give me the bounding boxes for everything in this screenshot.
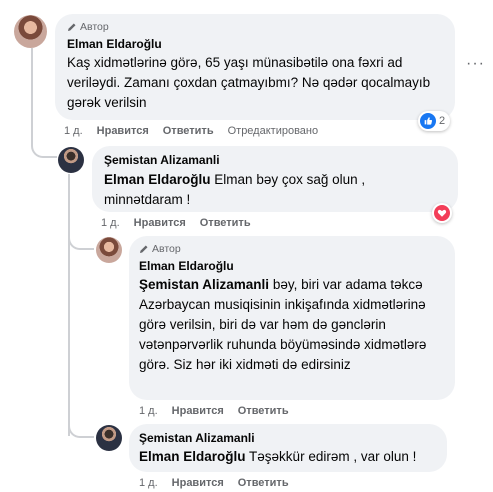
- comment-bubble: Автор Elman Eldaroğlu Kaş xidmətlərinə g…: [55, 14, 455, 120]
- comment-author-name[interactable]: Şemistan Alizamanli: [104, 152, 446, 168]
- reply-button[interactable]: Ответить: [238, 405, 289, 417]
- more-horizontal-icon[interactable]: ···: [466, 56, 485, 72]
- mention-link[interactable]: Şemistan Alizamanli: [139, 277, 269, 292]
- heart-icon: [434, 205, 450, 221]
- comment-bubble: Şemistan Alizamanli Elman Eldaroğlu Təşə…: [129, 424, 447, 472]
- pencil-icon: [140, 245, 148, 253]
- thread-curve-reply-2: [68, 225, 94, 250]
- reply-button[interactable]: Ответить: [238, 477, 289, 489]
- comment-text: Elman Eldaroğlu Təşəkkür edirəm , var ol…: [139, 447, 437, 467]
- like-button[interactable]: Нравится: [172, 405, 224, 417]
- comment-time[interactable]: 1 д.: [139, 477, 158, 489]
- comment-actions: 1 д. Нравится Ответить: [139, 404, 289, 418]
- avatar[interactable]: [14, 15, 47, 48]
- comment-author-name[interactable]: Elman Eldaroğlu: [139, 258, 445, 274]
- comment-actions: 1 д. Нравится Ответить: [101, 216, 251, 230]
- comment-bubble: Şemistan Alizamanli Elman Eldaroğlu Elma…: [92, 146, 458, 212]
- comment-time[interactable]: 1 д.: [64, 125, 83, 137]
- mention-link[interactable]: Elman Eldaroğlu: [139, 449, 246, 464]
- comment-bubble: Автор Elman Eldaroğlu Şemistan Alizamanl…: [129, 236, 455, 400]
- thread-curve-reply-3: [68, 414, 94, 438]
- mention-link[interactable]: Elman Eldaroğlu: [104, 172, 211, 187]
- comment-author-name[interactable]: Elman Eldaroğlu: [67, 36, 443, 52]
- comment-actions: 1 д. Нравится Ответить Отредактировано: [64, 124, 318, 138]
- comment-text: Elman Eldaroğlu Elman bəy çox sağ olun ,…: [104, 170, 446, 210]
- like-button[interactable]: Нравится: [134, 217, 186, 229]
- reaction-badge[interactable]: [432, 203, 452, 223]
- like-button[interactable]: Нравится: [172, 477, 224, 489]
- thread-curve-reply-1: [31, 118, 57, 158]
- reply-button[interactable]: Ответить: [200, 217, 251, 229]
- author-badge-label: Автор: [80, 21, 109, 33]
- comment-author-name[interactable]: Şemistan Alizamanli: [139, 430, 437, 446]
- comment-actions: 1 д. Нравится Ответить: [139, 476, 289, 490]
- comment-time[interactable]: 1 д.: [101, 217, 120, 229]
- pencil-icon: [68, 23, 76, 31]
- author-badge-label: Автор: [152, 243, 181, 255]
- avatar[interactable]: [58, 147, 84, 173]
- like-button[interactable]: Нравится: [97, 125, 149, 137]
- reply-button[interactable]: Ответить: [163, 125, 214, 137]
- reaction-count: 2: [439, 115, 446, 127]
- avatar[interactable]: [96, 425, 122, 451]
- comment-time[interactable]: 1 д.: [139, 405, 158, 417]
- thread-line-reply-1: [68, 174, 70, 436]
- comment-text-body: Təşəkkür edirəm , var olun !: [249, 449, 417, 464]
- avatar[interactable]: [96, 237, 122, 263]
- reaction-badge[interactable]: 2: [418, 111, 451, 131]
- author-badge: Автор: [139, 242, 445, 256]
- author-badge: Автор: [67, 20, 443, 34]
- edited-label[interactable]: Отредактировано: [228, 125, 319, 137]
- thumbs-up-icon: [420, 113, 436, 129]
- comment-text: Kaş xidmətlərinə görə, 65 yaşı münasibət…: [67, 55, 431, 110]
- comment-text: Şemistan Alizamanli bəy, biri var adama …: [139, 275, 445, 375]
